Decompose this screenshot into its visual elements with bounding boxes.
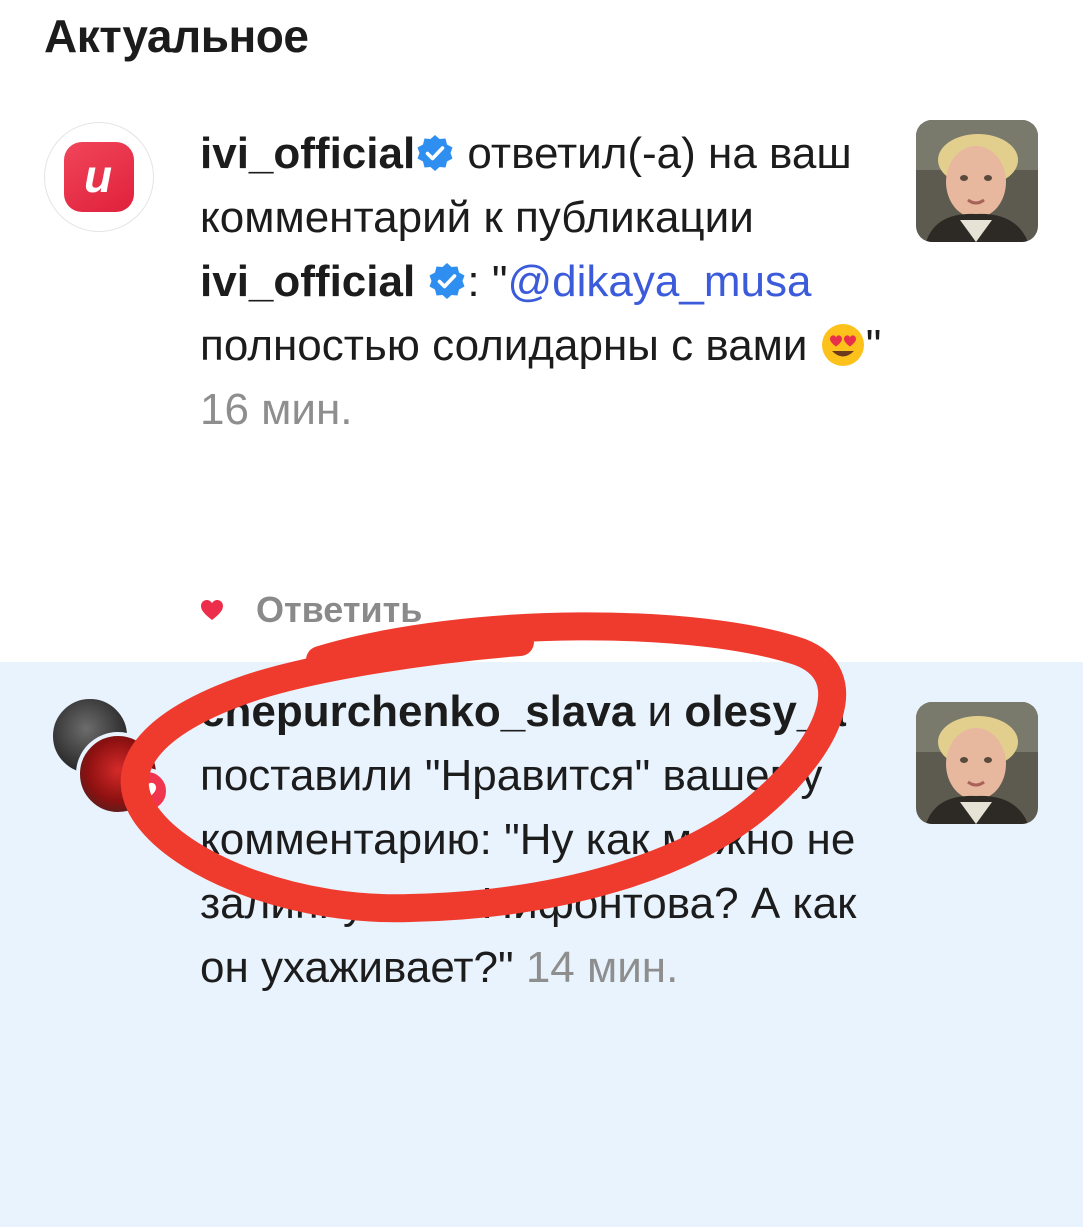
verified-badge-icon [427,255,467,299]
username-link[interactable]: olesy_a [684,687,845,736]
conjunction: и [635,687,685,736]
username-link[interactable]: chepurchenko_slava [200,687,635,736]
post-owner-link[interactable]: ivi_official [200,257,415,306]
mention-link[interactable]: @dikaya_musa [508,257,812,306]
reply-action[interactable]: Ответить [200,589,422,631]
comment-text: полностью солидарны с вами [200,321,820,370]
notification-reply[interactable]: и ivi_official ответил(-а) на ваш коммен… [0,100,1083,662]
username-link[interactable]: ivi_official [200,129,415,178]
svg-text:и: и [84,150,112,202]
like-badge-icon [124,768,170,814]
liker-avatars[interactable] [50,696,190,836]
post-thumbnail[interactable] [916,120,1038,242]
quote-open: : " [467,257,508,306]
notification-like[interactable]: chepurchenko_slava и olesy_a поставили "… [0,662,1083,1227]
timestamp: 14 мин. [525,943,679,992]
notification-text: chepurchenko_slava и olesy_a поставили "… [200,680,890,1000]
post-thumbnail[interactable] [916,702,1038,824]
reply-button[interactable]: Ответить [256,589,422,631]
section-title: Актуальное [44,10,309,62]
ivi-logo-icon: и [64,142,134,212]
heart-icon[interactable] [200,599,224,621]
heart-eyes-emoji-icon [820,322,866,368]
verified-badge-icon [415,127,455,171]
notification-text: ivi_official ответил(-а) на ваш коммента… [200,122,890,442]
timestamp: 16 мин. [200,385,353,434]
quote-close: " [865,321,882,370]
ivi-official-avatar[interactable]: и [44,122,154,232]
